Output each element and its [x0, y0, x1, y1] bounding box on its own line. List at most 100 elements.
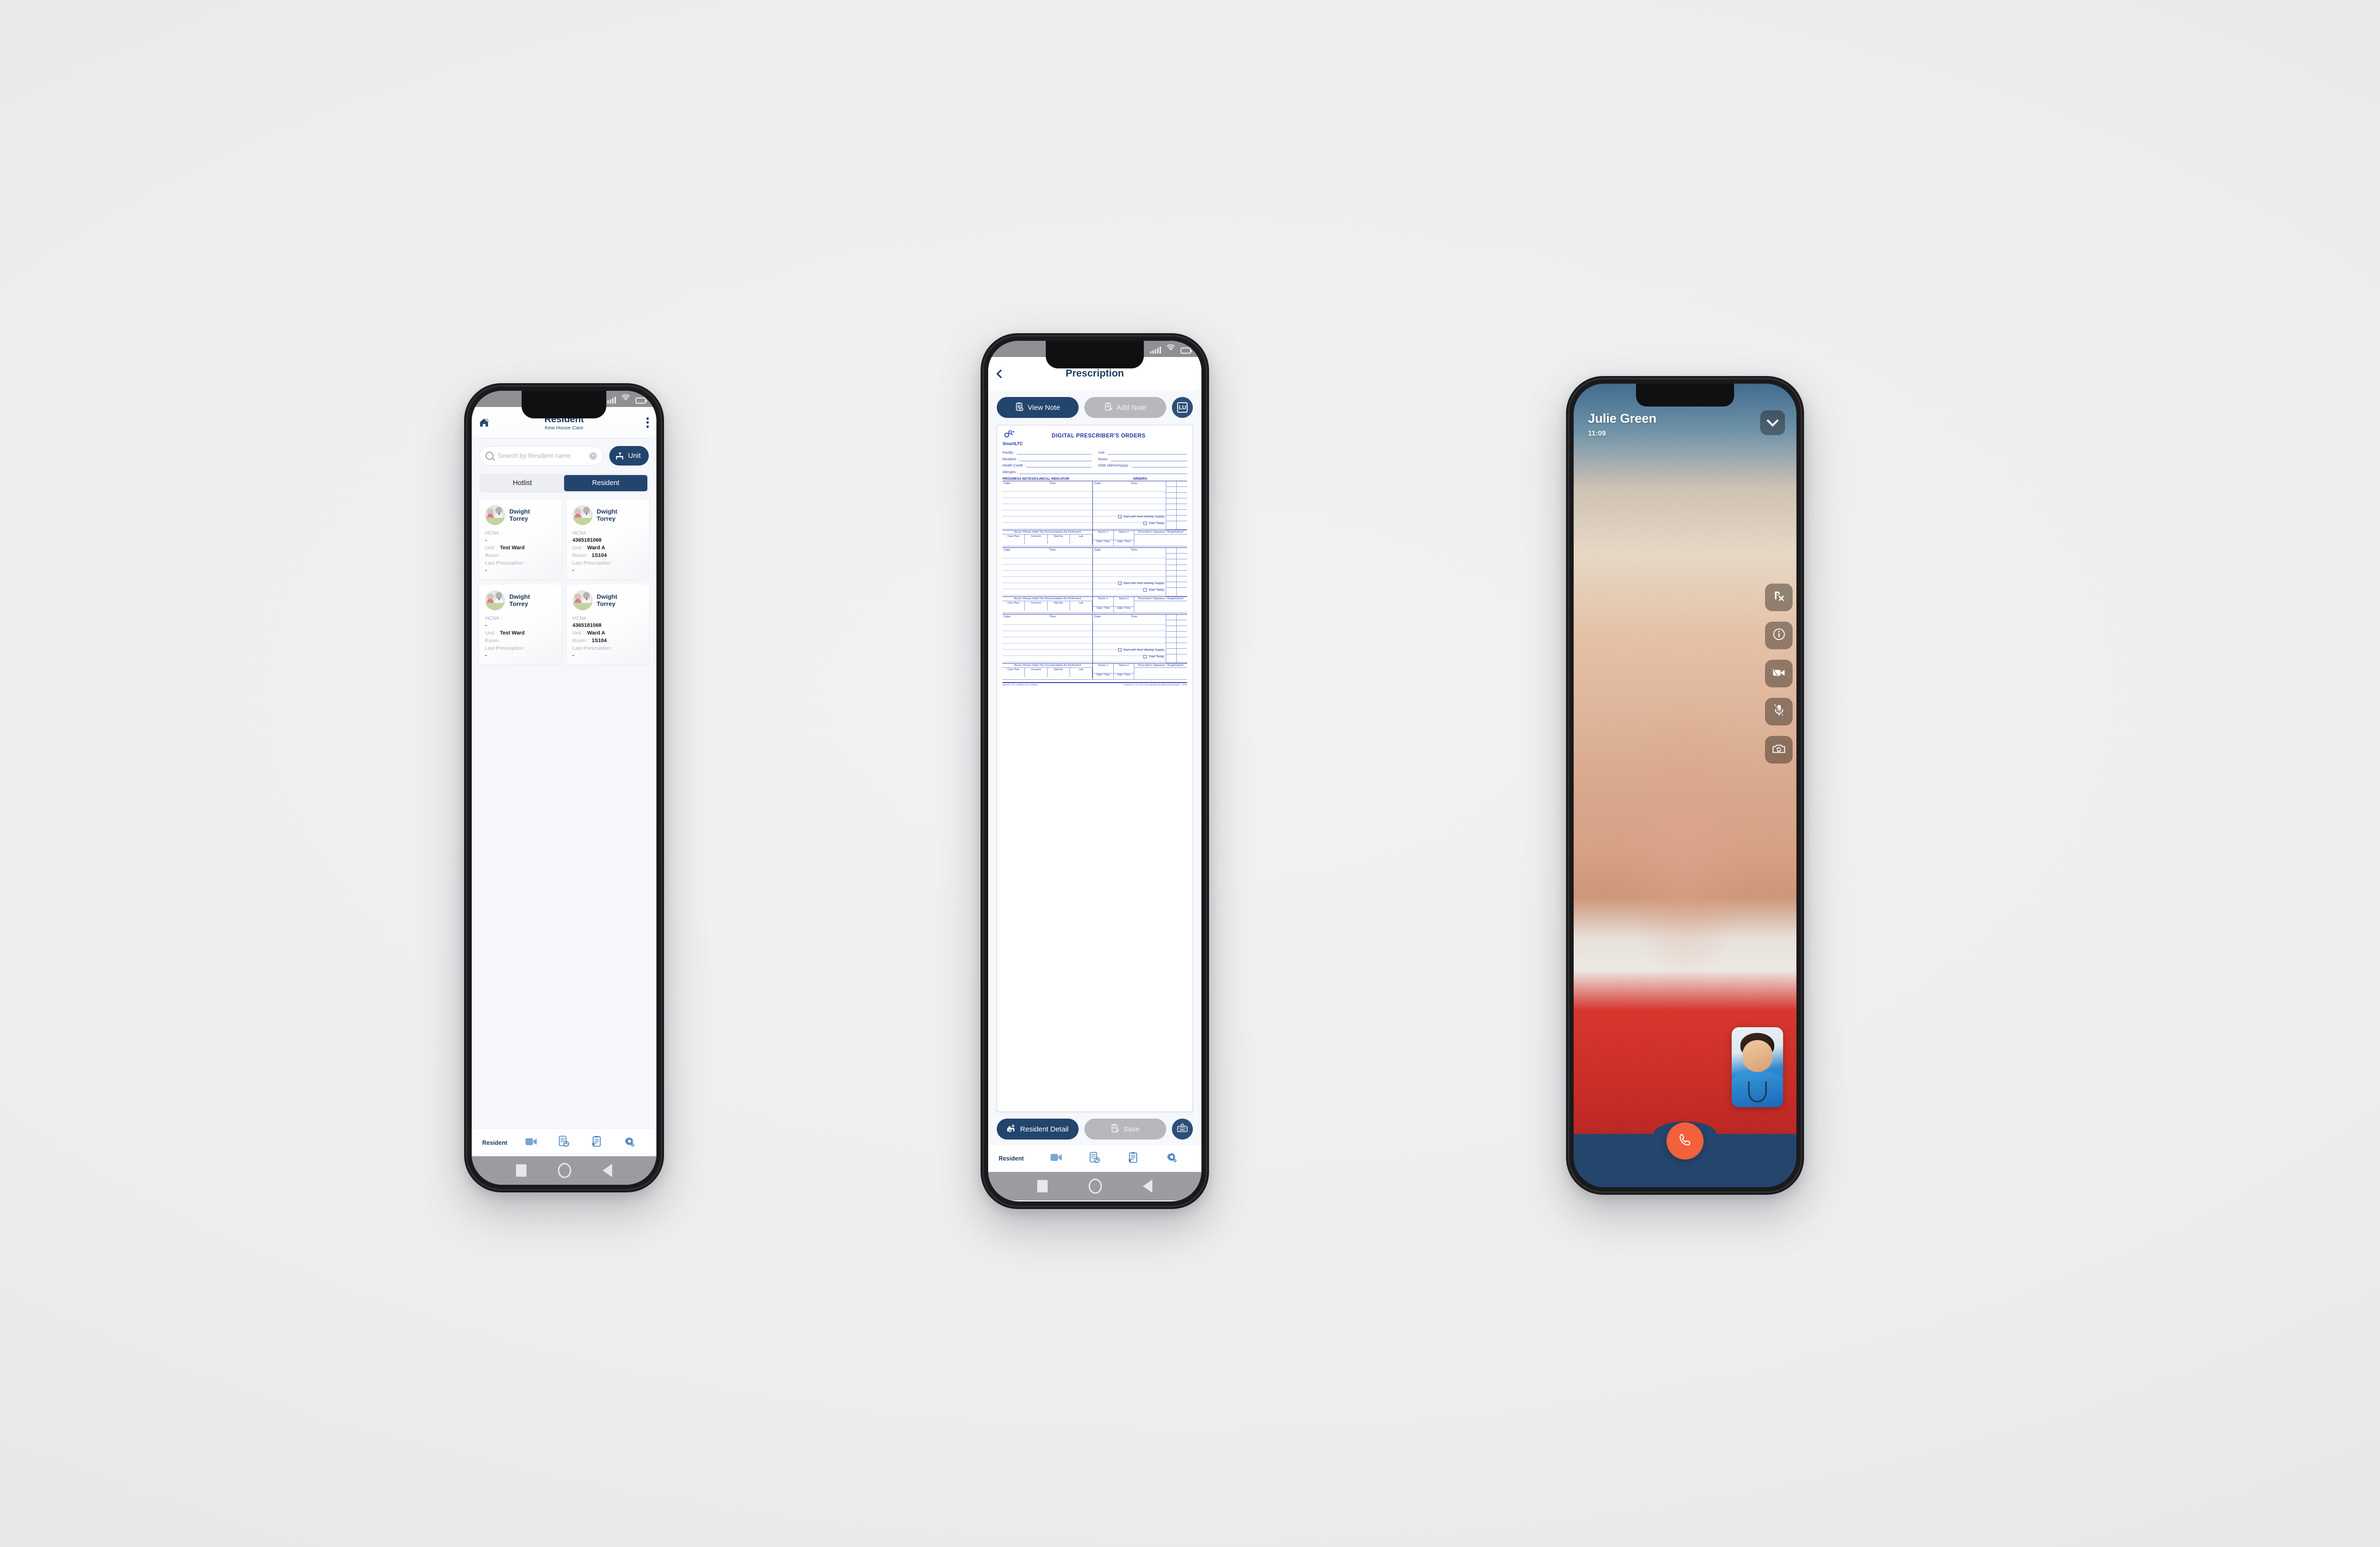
segment-hotlist[interactable]: Hotlist [481, 475, 564, 491]
checkbox-start-today[interactable] [1143, 654, 1147, 658]
orders-cell[interactable]: Date: Time: Start with Next Weekly Supply… [1093, 481, 1166, 530]
field-room[interactable]: Room : [1098, 457, 1187, 461]
signature-column[interactable]: Prescriber's Signature / Registration# [1134, 597, 1187, 613]
collapse-call-button[interactable] [1760, 410, 1785, 435]
home-plus-icon[interactable] [479, 418, 490, 427]
prescription-request-icon [1090, 1151, 1100, 1166]
resident-card[interactable]: Dwight Torrey HCN# : - Unit : Test Ward R… [479, 585, 562, 664]
nurse1-column[interactable]: Nurse 1 Date / Time [1093, 663, 1114, 679]
tab-settings[interactable] [1152, 1152, 1191, 1165]
prescription-rx-button[interactable] [1765, 584, 1793, 611]
nurse-initials-block[interactable]: Nurse: Please Initial The Documentation … [1002, 530, 1187, 546]
tab-prescription-request[interactable] [1076, 1151, 1114, 1166]
checkbox-next-weekly-supply[interactable] [1118, 581, 1122, 585]
sidebar-item-resident[interactable]: Resident [999, 1155, 1037, 1162]
resident-card[interactable]: Dwight Torrey HCN# : - Unit : Test Ward R… [479, 499, 562, 579]
sidebar-item-resident[interactable]: Resident [482, 1140, 515, 1146]
resident-card[interactable]: Dwight Torrey HCN# : 4365181068 Unit : Wa… [566, 499, 649, 579]
orders-side-columns [1165, 614, 1187, 663]
switch-camera-button[interactable] [1765, 736, 1793, 764]
nurse2-column[interactable]: Nurse 2 Date / Time [1113, 530, 1135, 546]
kebab-menu-icon[interactable] [646, 417, 649, 428]
tab-video-call[interactable] [1037, 1153, 1076, 1164]
bed-filter-icon [615, 452, 624, 460]
prescription-request-icon [559, 1136, 569, 1150]
order-block[interactable]: Date: Time: Date: Time: Start with Next We… [1002, 547, 1187, 597]
segment-resident[interactable]: Resident [564, 475, 647, 491]
progress-notes-cell[interactable]: Date: Time: [1002, 547, 1093, 596]
field-health-card[interactable]: Health Card# : [1002, 463, 1091, 467]
orders-cell[interactable]: Date: Time: Start with Next Weekly Supply… [1093, 548, 1166, 596]
field-dob[interactable]: DOB (dd/mm/yyyy): [1098, 463, 1187, 467]
add-note-button[interactable]: Add Note [1084, 397, 1166, 418]
tab-settings[interactable] [613, 1136, 646, 1150]
checkbox-start-today-label: Start Today [1149, 588, 1164, 592]
tab-video-call[interactable] [515, 1138, 548, 1148]
progress-notes-cell[interactable]: Date: Time: [1002, 614, 1093, 663]
view-note-button[interactable]: View Note [997, 397, 1079, 418]
nurse2-column[interactable]: Nurse 2 Date / Time [1113, 596, 1135, 613]
self-view-pip[interactable] [1732, 1027, 1783, 1107]
facility-label: Facility : [1002, 450, 1015, 455]
tab-orders[interactable] [580, 1136, 613, 1150]
nurse1-column[interactable]: Nurse 1 Date / Time [1093, 530, 1114, 546]
nurse1-column[interactable]: Nurse 1 Date / Time [1093, 596, 1114, 613]
resident-detail-button[interactable]: Resident Detail [997, 1119, 1079, 1140]
field-facility[interactable]: Facility : [1002, 450, 1091, 455]
cell-mar-tar: Mar/Tar [1048, 667, 1070, 672]
signature-column[interactable]: Prescriber's Signature / Registration# [1134, 530, 1187, 546]
orders-cell[interactable]: Date: Time: Start with Next Weekly Supply… [1093, 615, 1166, 663]
call-info-button[interactable] [1765, 622, 1793, 649]
resident-last-name: Torrey [509, 600, 528, 607]
nurse-initials-block[interactable]: Nurse: Please Initial The Documentation … [1002, 596, 1187, 613]
smartltc-logo: SmartLTC [1002, 430, 1032, 446]
search-input[interactable]: Search by Resident name × [479, 446, 604, 466]
order-block[interactable]: Date: Time: Date: Time: Start with Next We… [1002, 480, 1187, 530]
checkbox-start-today[interactable] [1143, 521, 1147, 525]
home-nav-icon[interactable] [558, 1163, 571, 1178]
tab-prescription-request[interactable] [548, 1136, 581, 1150]
back-chevron-icon[interactable] [996, 369, 1005, 378]
video-call-icon [526, 1138, 537, 1148]
settings-gear-icon [624, 1136, 635, 1150]
bed-info-icon [1007, 1124, 1016, 1134]
document-field-block: Facility : Unit : Resident : Room : Heal… [1002, 450, 1187, 474]
resident-card-grid: Dwight Torrey HCN# : - Unit : Test Ward R… [472, 493, 656, 664]
nurse2-column[interactable]: Nurse 2 Date / Time [1113, 663, 1135, 679]
nurse2-label: Nurse 2 [1119, 597, 1129, 600]
field-resident[interactable]: Resident : [1002, 457, 1091, 461]
user-avatar-button[interactable]: LU [1172, 397, 1193, 418]
unit-filter-button[interactable]: Unit [609, 446, 649, 466]
checkbox-next-weekly-supply[interactable] [1118, 648, 1122, 652]
keyboard-info-button[interactable] [1172, 1119, 1193, 1140]
camera-flip-icon [1772, 743, 1785, 757]
clear-search-icon[interactable]: × [589, 452, 597, 460]
toggle-camera-button[interactable] [1765, 660, 1793, 687]
back-nav-icon[interactable] [1143, 1180, 1152, 1193]
footer-left-text: SMART LTC FORMS FEATURING [1002, 684, 1038, 686]
room-label: Room : [485, 638, 502, 644]
home-nav-icon[interactable] [1089, 1179, 1102, 1194]
nurse-initials-block[interactable]: Nurse: Please Initial The Documentation … [1002, 663, 1187, 680]
back-nav-icon[interactable] [603, 1164, 612, 1177]
recent-apps-icon[interactable] [1037, 1180, 1048, 1192]
prescription-document[interactable]: SmartLTC DIGITAL PRESCRIBER'S ORDERS Fac… [997, 425, 1193, 1112]
order-block[interactable]: Date: Time: Date: Time: Start with Next We… [1002, 614, 1187, 664]
toggle-mic-button[interactable] [1765, 698, 1793, 725]
phone-resident-list: Resident Kew House Care Search by Reside… [464, 383, 664, 1192]
end-call-button[interactable] [1666, 1122, 1704, 1160]
time-label: Time: [1049, 548, 1057, 552]
checkbox-start-today[interactable] [1143, 588, 1147, 592]
progress-notes-cell[interactable]: Date: Time: [1002, 481, 1093, 530]
save-button[interactable]: Save [1084, 1119, 1166, 1140]
field-unit[interactable]: Unit : [1098, 450, 1187, 455]
signature-column[interactable]: Prescriber's Signature / Registration# [1134, 664, 1187, 679]
checkbox-next-weekly-supply[interactable] [1118, 515, 1122, 518]
resident-last-name: Torrey [596, 515, 616, 522]
unit-button-label: Unit [628, 452, 641, 460]
field-allergies[interactable]: Allergies : [1002, 470, 1187, 474]
nurse2-label: Nurse 2 [1119, 530, 1129, 534]
recent-apps-icon[interactable] [516, 1164, 526, 1177]
resident-card[interactable]: Dwight Torrey HCN# : 4365181068 Unit : Wa… [566, 585, 649, 664]
tab-orders[interactable] [1114, 1152, 1152, 1166]
